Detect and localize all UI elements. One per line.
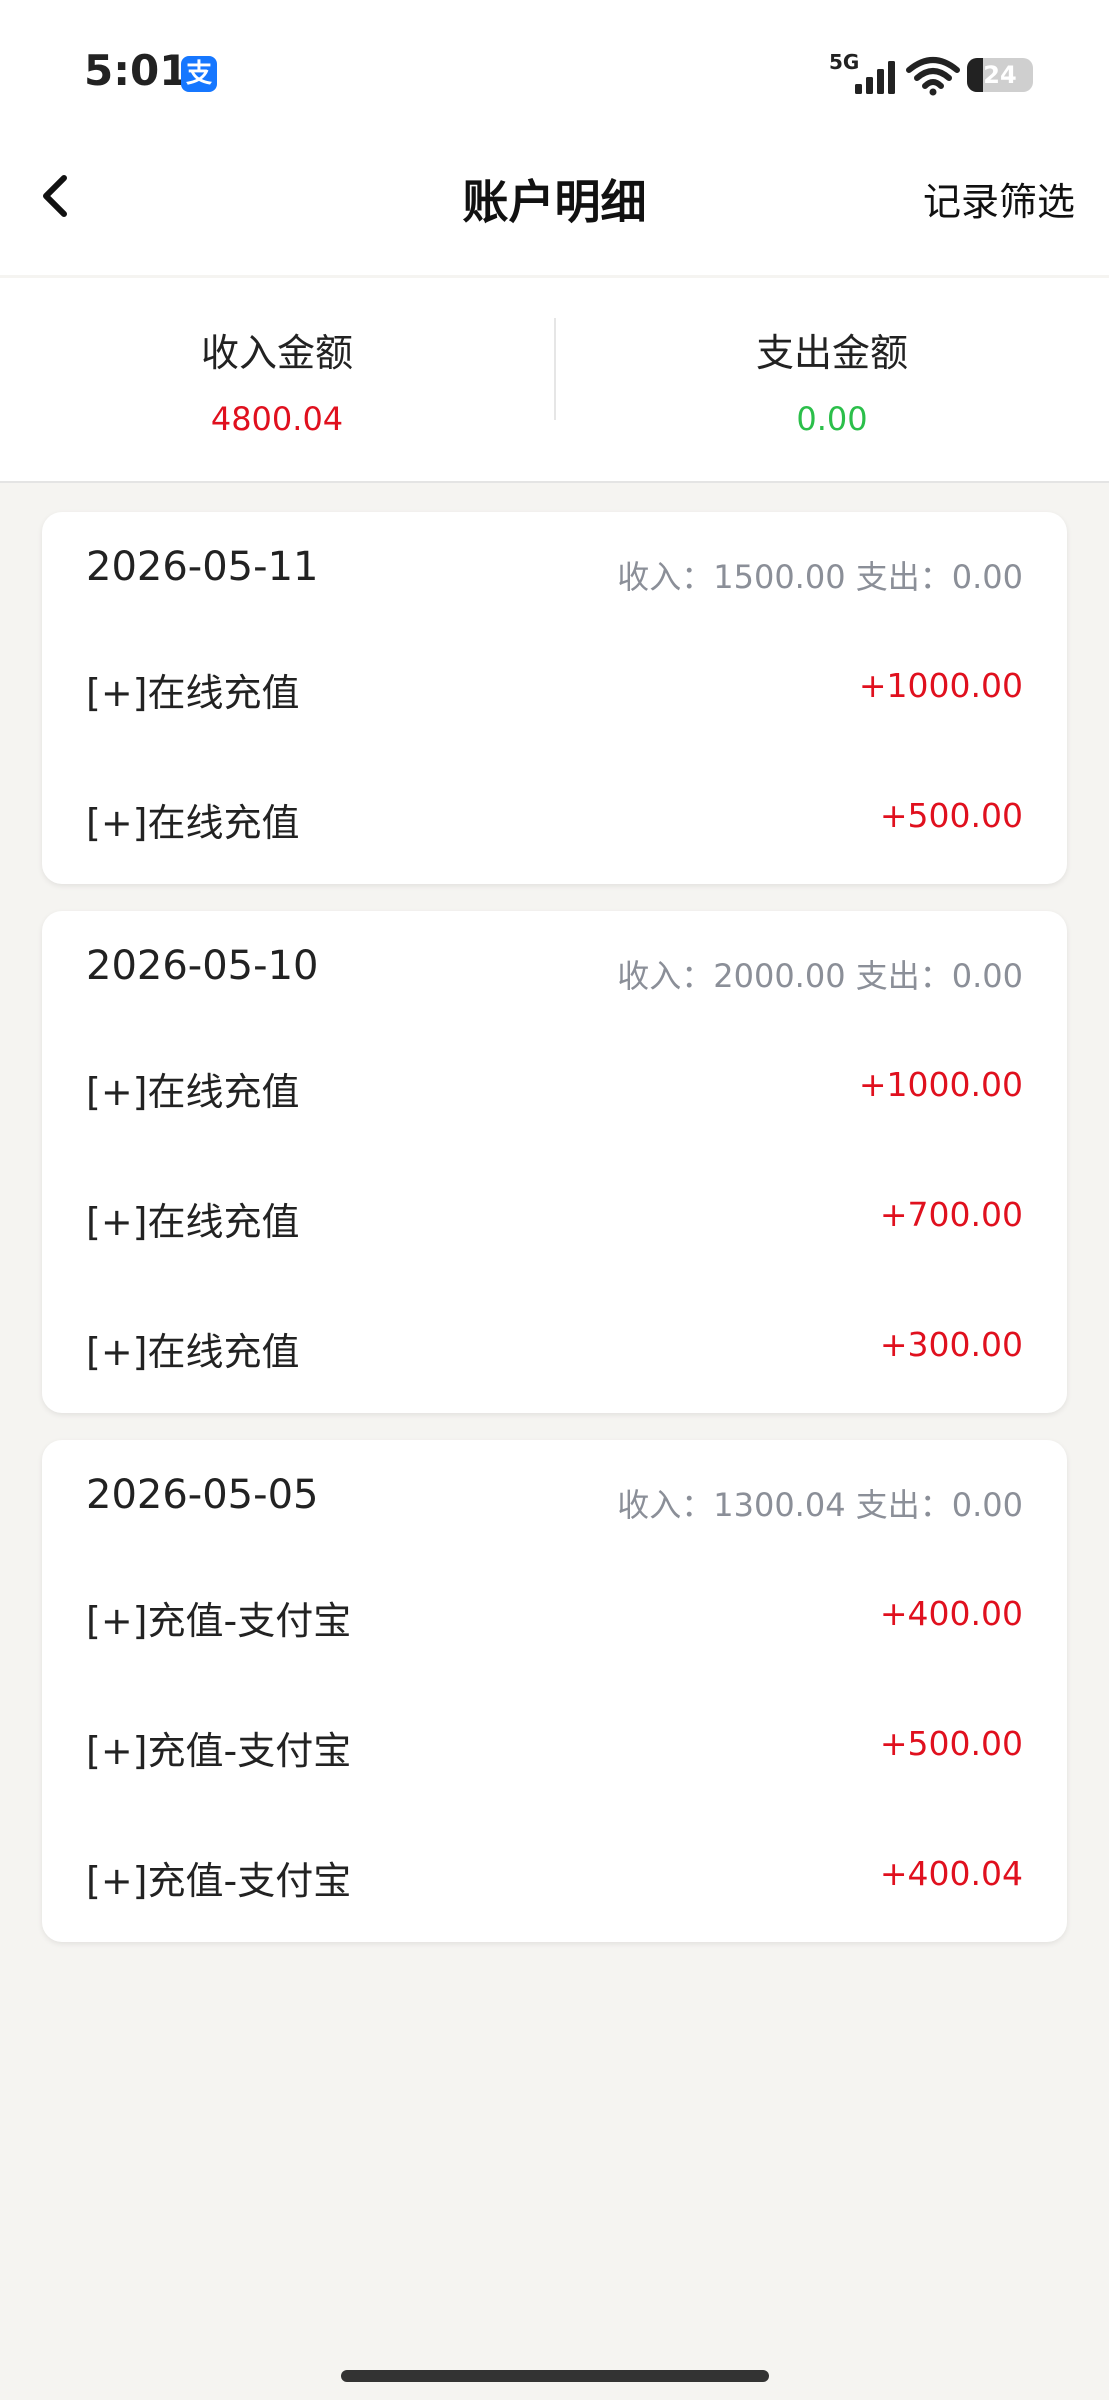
transaction-amount: +700.00 (879, 1195, 1023, 1234)
transaction-row[interactable]: [+]在线充值 +500.00 (42, 754, 1067, 884)
group-date: 2026-05-05 (86, 1472, 319, 1518)
transaction-amount: +1000.00 (858, 666, 1023, 705)
transaction-label: [+]在线充值 (86, 801, 300, 845)
transaction-label: [+]在线充值 (86, 1200, 300, 1244)
expense-summary: 支出金额 0.00 (555, 278, 1109, 483)
transaction-amount: +400.04 (879, 1854, 1023, 1893)
expense-value: 0.00 (796, 400, 868, 438)
transaction-row[interactable]: [+]在线充值 +300.00 (42, 1283, 1067, 1413)
amount-summary: 收入金额 4800.04 支出金额 0.00 (0, 278, 1109, 483)
group-date: 2026-05-11 (86, 544, 319, 590)
transaction-row[interactable]: [+]充值-支付宝 +400.00 (42, 1552, 1067, 1682)
transaction-row[interactable]: [+]在线充值 +700.00 (42, 1153, 1067, 1283)
transaction-row[interactable]: [+]充值-支付宝 +500.00 (42, 1682, 1067, 1812)
group-date: 2026-05-10 (86, 943, 319, 989)
signal-icon (855, 61, 895, 94)
transaction-label: [+]充值-支付宝 (86, 1599, 352, 1643)
expense-label: 支出金额 (755, 331, 908, 375)
date-group-header: 2026-05-10 收入：2000.00 支出：0.00 (42, 911, 1067, 1023)
transaction-amount: +500.00 (879, 1724, 1023, 1763)
income-label: 收入金额 (200, 331, 353, 375)
transaction-row[interactable]: [+]充值-支付宝 +400.04 (42, 1812, 1067, 1942)
alipay-notification-icon: 支 (181, 56, 217, 92)
transaction-label: [+]充值-支付宝 (86, 1859, 352, 1903)
date-group-card: 2026-05-10 收入：2000.00 支出：0.00 [+]在线充值 +1… (42, 911, 1067, 1413)
date-group-card: 2026-05-11 收入：1500.00 支出：0.00 [+]在线充值 +1… (42, 512, 1067, 884)
group-summary: 收入：2000.00 支出：0.00 (617, 957, 1023, 995)
transaction-label: [+]在线充值 (86, 1330, 300, 1374)
transaction-label: [+]在线充值 (86, 1070, 300, 1114)
battery-icon: 24 (967, 58, 1033, 92)
home-indicator[interactable] (341, 2370, 769, 2382)
group-summary: 收入：1300.04 支出：0.00 (617, 1486, 1023, 1524)
income-value: 4800.04 (210, 400, 344, 438)
income-summary: 收入金额 4800.04 (0, 278, 554, 483)
group-summary: 收入：1500.00 支出：0.00 (617, 558, 1023, 596)
record-filter-button[interactable]: 记录筛选 (923, 140, 1075, 264)
wifi-icon (906, 57, 960, 96)
transaction-label: [+]充值-支付宝 (86, 1729, 352, 1773)
transaction-row[interactable]: [+]在线充值 +1000.00 (42, 1023, 1067, 1153)
transaction-amount: +400.00 (879, 1594, 1023, 1633)
nav-bar: 账户明细 记录筛选 (0, 140, 1109, 275)
transaction-amount: +1000.00 (858, 1065, 1023, 1104)
status-time: 5:01 (84, 46, 189, 95)
transaction-row[interactable]: [+]在线充值 +1000.00 (42, 624, 1067, 754)
date-group-card: 2026-05-05 收入：1300.04 支出：0.00 [+]充值-支付宝 … (42, 1440, 1067, 1942)
battery-level: 24 (983, 61, 1017, 89)
status-bar: 5:01 支 5G 24 (0, 0, 1109, 140)
date-group-header: 2026-05-11 收入：1500.00 支出：0.00 (42, 512, 1067, 624)
transaction-label: [+]在线充值 (86, 671, 300, 715)
transaction-amount: +500.00 (879, 796, 1023, 835)
date-group-header: 2026-05-05 收入：1300.04 支出：0.00 (42, 1440, 1067, 1552)
transaction-amount: +300.00 (879, 1325, 1023, 1364)
